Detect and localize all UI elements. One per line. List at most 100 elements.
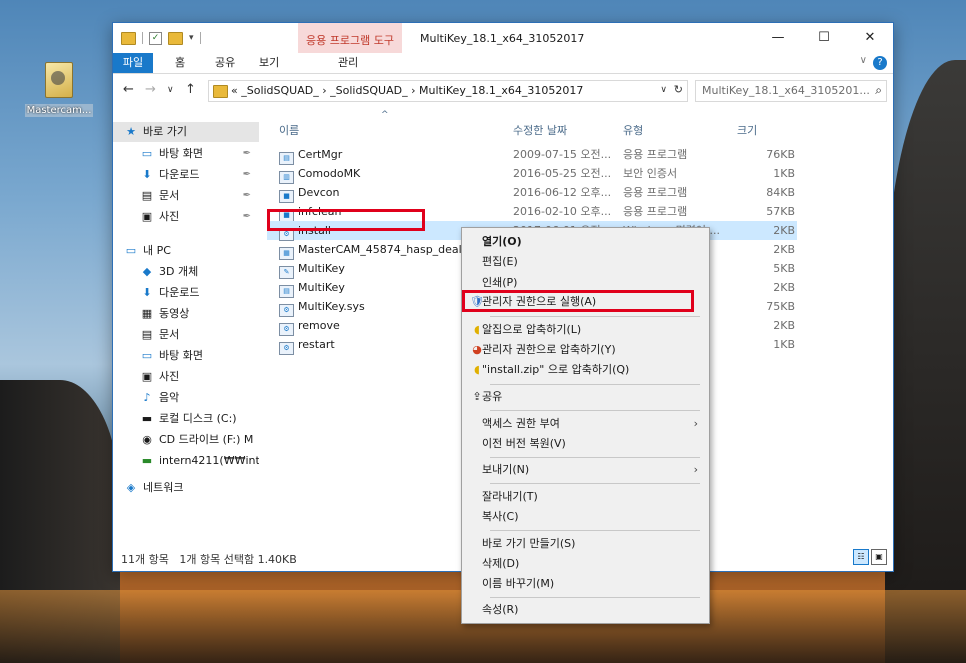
status-bar: 11개 항목 1개 항목 선택함 1.40KB [121,551,297,567]
new-folder-icon[interactable] [168,31,183,45]
column-header-size[interactable]: 크기 [737,122,757,138]
tab-file[interactable]: 파일 [113,53,153,73]
menu-item-delete[interactable]: 삭제(D) [463,553,708,574]
network-drive-icon: ▬ [141,454,153,467]
sidebar-item-pictures[interactable]: ▣ 사진 ✒ [139,207,259,227]
file-row[interactable]: ▤ CertMgr 2009-07-15 오전... 응용 프로그램 76KB [267,145,797,165]
search-placeholder: MultiKey_18.1_x64_3105201... [702,84,870,97]
ribbon-tabs: 파일 홈 공유 보기 관리 ∨ ? [113,53,893,74]
expand-ribbon-icon[interactable]: ∨ [860,55,867,66]
sidebar-item-quick-access[interactable]: ★ 바로 가기 [113,122,259,142]
menu-item-open[interactable]: 열기(O) [463,231,708,252]
highlight-box-install [267,209,425,231]
quick-access-toolbar: ✓ ▾ [121,31,201,45]
submenu-arrow-icon: › [693,417,698,430]
sidebar-item-downloads[interactable]: ⬇ 다운로드 ✒ [139,165,259,185]
sidebar-item-this-pc[interactable]: ▭ 내 PC [123,241,259,261]
document-icon: ▤ [141,189,153,202]
highlight-box-run-as-admin [462,290,694,312]
menu-item-restore-versions[interactable]: 이전 버전 복원(V) [463,433,708,454]
help-icon[interactable]: ? [873,56,887,70]
title-bar: ✓ ▾ 응용 프로그램 도구 MultiKey_18.1_x64_3105201… [113,23,893,53]
up-button[interactable]: ↑ [185,82,196,97]
sidebar-item-documents[interactable]: ▤ 문서 ✒ [139,186,259,206]
column-header-date[interactable]: 수정한 날짜 [513,122,567,138]
pin-icon[interactable]: ✒ [243,186,251,206]
sidebar-item-cd-drive[interactable]: ◉ CD 드라이브 (F:) M [139,430,259,450]
tab-share[interactable]: 공유 [215,53,235,73]
pin-icon[interactable]: ✒ [243,165,251,185]
navigation-bar: ← → ∨ ↑ « _SolidSQUAD_ › _SolidSQUAD_ › … [113,78,893,104]
column-header-type[interactable]: 유형 [623,122,643,138]
download-icon: ⬇ [142,168,152,181]
cd-icon: ◉ [142,433,152,446]
menu-item-edit[interactable]: 편집(E) [463,251,708,272]
picture-icon: ▣ [141,210,153,223]
pin-icon[interactable]: ✒ [243,144,251,164]
file-row[interactable]: ▥ ComodoMK 2016-05-25 오전... 보안 인증서 1KB [267,164,797,184]
menu-separator [490,597,700,598]
file-row[interactable]: ■ Devcon 2016-06-12 오후... 응용 프로그램 84KB [267,183,797,203]
desktop-icon: ▭ [141,147,153,160]
menu-separator [490,410,700,411]
search-box[interactable]: MultiKey_18.1_x64_3105201... ⌕ [695,80,887,102]
back-button[interactable]: ← [123,82,134,97]
sidebar-item-videos[interactable]: ▦ 동영상 [139,304,259,324]
menu-item-create-shortcut[interactable]: 바로 가기 만들기(S) [463,533,708,554]
item-count: 11개 항목 [121,553,169,566]
folder-icon [121,31,136,45]
separator [142,32,143,44]
column-header-name[interactable]: 이름 [279,122,299,138]
menu-item-cut[interactable]: 잘라내기(T) [463,486,708,507]
recent-locations-button[interactable]: ∨ [167,85,174,95]
menu-item-rename[interactable]: 이름 바꾸기(M) [463,573,708,594]
sidebar-item-network-drive[interactable]: ▬intern4211(₩₩inter [139,451,259,471]
tab-home[interactable]: 홈 [175,53,185,73]
maximize-button[interactable]: ☐ [801,23,847,53]
tab-manage[interactable]: 관리 [338,53,358,73]
submenu-arrow-icon: › [693,463,698,476]
menu-separator [490,457,700,458]
sidebar-item-desktop[interactable]: ▭ 바탕 화면 ✒ [139,144,259,164]
selection-info: 1개 항목 선택함 1.40KB [179,553,297,566]
tab-view[interactable]: 보기 [259,53,279,73]
menu-item-properties[interactable]: 속성(R) [463,599,708,620]
sidebar-item-pictures-pc[interactable]: ▣ 사진 [139,367,259,387]
details-view-icon[interactable]: ☷ [853,549,869,565]
sidebar-item-music[interactable]: ♪ 음악 [139,388,259,408]
forward-button[interactable]: → [145,82,156,97]
music-icon: ♪ [143,391,151,404]
sidebar-item-desktop-pc[interactable]: ▭ 바탕 화면 [139,346,259,366]
menu-item-alzip-compress[interactable]: ◖ 알집으로 압축하기(L) [463,319,708,340]
properties-icon[interactable]: ✓ [149,31,162,45]
context-tab-app-tools[interactable]: 응용 프로그램 도구 [298,23,402,53]
cube-icon: ◆ [142,265,152,278]
sidebar-item-documents-pc[interactable]: ▤ 문서 [139,325,259,345]
close-button[interactable]: ✕ [847,23,893,53]
refresh-icon[interactable]: ↻ [674,83,683,96]
sidebar-item-3d-objects[interactable]: ◆ 3D 개체 [139,262,259,282]
menu-item-send-to[interactable]: 보내기(N) › [463,459,708,480]
menu-item-give-access[interactable]: 액세스 권한 부여 › [463,413,708,434]
desktop-icon: ▭ [141,349,153,362]
menu-item-compress-zip[interactable]: ◖ "install.zip" 으로 압축하기(Q) [463,359,708,380]
sidebar-item-local-disk[interactable]: ▬ 로컬 디스크 (C:) [139,409,259,429]
pin-icon[interactable]: ✒ [243,207,251,227]
address-dropdown-icon[interactable]: ∨ [660,85,667,95]
sidebar-item-downloads-pc[interactable]: ⬇ 다운로드 [139,283,259,303]
customize-toolbar-icon[interactable]: ▾ [189,33,194,43]
batch-file-icon: ⚙ [279,342,294,355]
menu-item-admin-compress[interactable]: ◕ 관리자 권한으로 압축하기(Y) [463,339,708,360]
desktop-icon-mastercam[interactable]: Mastercam... [20,62,98,117]
menu-item-share[interactable]: ⇪ 공유 [463,386,708,407]
sidebar-item-network[interactable]: ◈ 네트워크 [123,478,259,498]
address-bar[interactable]: « _SolidSQUAD_ › _SolidSQUAD_ › MultiKey… [208,80,688,102]
separator [199,32,201,44]
minimize-button[interactable]: — [755,23,801,53]
search-icon[interactable]: ⌕ [875,83,882,98]
breadcrumb[interactable]: « _SolidSQUAD_ › _SolidSQUAD_ › MultiKey… [231,84,583,97]
large-icons-view-icon[interactable]: ▣ [871,549,887,565]
menu-separator [490,384,700,385]
context-menu: 열기(O) 편집(E) 인쇄(P) 🛡 관리자 권한으로 실행(A) ◖ 알집으로 … [461,227,710,624]
menu-item-copy[interactable]: 복사(C) [463,506,708,527]
